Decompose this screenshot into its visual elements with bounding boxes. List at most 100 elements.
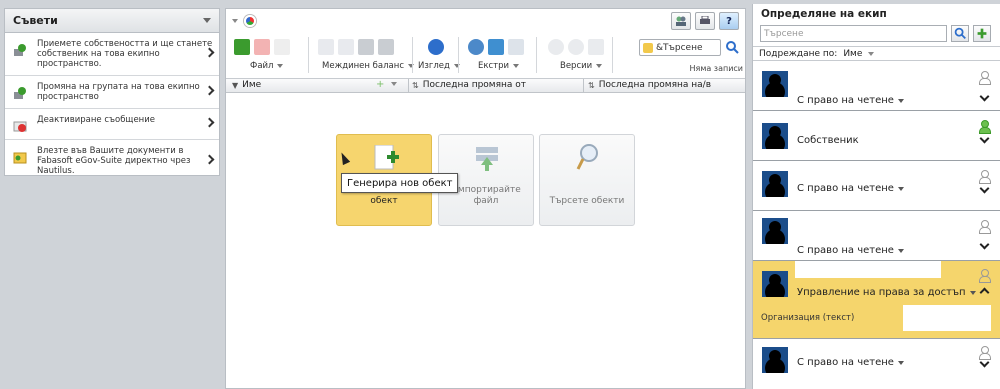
person-icon bbox=[979, 170, 991, 184]
avatar bbox=[762, 218, 788, 244]
file-menu[interactable]: Файл bbox=[250, 61, 284, 71]
chevron-down-icon[interactable] bbox=[979, 239, 990, 250]
content-panel: ? Файл Междинен баланс Изглед Екстри Вер… bbox=[225, 8, 746, 389]
tip-text: Влезте във Вашите документи в Fabasoft e… bbox=[37, 146, 191, 176]
cut-icon[interactable] bbox=[318, 39, 334, 55]
team-panel: Определяне на екип Търсене Подреждане по… bbox=[752, 4, 1000, 389]
separator bbox=[308, 37, 309, 73]
team-member[interactable]: Собственик bbox=[753, 111, 1000, 161]
content-header: ? bbox=[226, 9, 745, 33]
team-member[interactable]: С право на четене bbox=[753, 161, 1000, 211]
chevron-up-icon[interactable] bbox=[979, 287, 990, 298]
browser-icon bbox=[244, 15, 256, 27]
tip-text: Промяна на групата на това екипно простр… bbox=[37, 82, 200, 102]
column-last-changed-at[interactable]: ⇅ Последна промяна на/в bbox=[588, 80, 711, 90]
avatar bbox=[762, 171, 788, 197]
separator bbox=[612, 37, 613, 73]
tips-panel: Съвети Приемете собствеността и ще стане… bbox=[4, 8, 220, 176]
tip-item[interactable]: Приемете собствеността и ще станете собс… bbox=[5, 33, 219, 76]
version-history-icon[interactable] bbox=[568, 39, 584, 55]
view-menu[interactable]: Изглед bbox=[418, 61, 460, 71]
team-button[interactable] bbox=[671, 12, 691, 30]
column-last-changed-by-label: Последна промяна от bbox=[422, 80, 527, 90]
dropdown-icon bbox=[897, 98, 904, 103]
member-role[interactable]: С право на четене bbox=[797, 245, 904, 256]
team-search-input[interactable]: Търсене bbox=[760, 25, 947, 42]
dropdown-icon bbox=[969, 290, 976, 295]
tip-item[interactable]: Влезте във Вашите документи в Fabasoft e… bbox=[5, 140, 219, 182]
search-icon[interactable] bbox=[724, 39, 741, 56]
member-role-label: Собственик bbox=[797, 135, 859, 146]
collapse-chevron-icon[interactable] bbox=[203, 18, 211, 23]
dropdown-icon[interactable] bbox=[391, 82, 397, 86]
search-input[interactable]: &Търсене bbox=[639, 39, 721, 56]
paste-special-icon[interactable] bbox=[378, 39, 394, 55]
extras-menu[interactable]: Екстри bbox=[478, 61, 520, 71]
team-member[interactable]: С право на четене bbox=[753, 211, 1000, 261]
tips-header[interactable]: Съвети bbox=[5, 9, 219, 33]
versions-menu[interactable]: Версии bbox=[560, 61, 603, 71]
dropdown-icon bbox=[897, 360, 904, 365]
toolbar: Файл Междинен баланс Изглед Екстри Верси… bbox=[226, 33, 745, 79]
chevron-down-icon[interactable] bbox=[979, 133, 990, 144]
balance-menu[interactable]: Междинен баланс bbox=[322, 61, 414, 71]
dropdown-icon bbox=[277, 64, 284, 68]
copy-icon[interactable] bbox=[338, 39, 354, 55]
chevron-down-icon[interactable] bbox=[979, 183, 990, 194]
team-member[interactable]: С право на четене bbox=[753, 339, 1000, 389]
organization-field[interactable] bbox=[903, 305, 991, 331]
team-search-placeholder: Търсене bbox=[764, 28, 804, 39]
magnifier-icon bbox=[576, 144, 598, 170]
refresh-icon[interactable] bbox=[428, 39, 444, 55]
member-role-label: С право на четене bbox=[797, 95, 894, 106]
new-object-icon bbox=[374, 145, 399, 170]
version-lock-icon[interactable] bbox=[588, 39, 604, 55]
list-icon[interactable] bbox=[274, 39, 290, 55]
filter-icon[interactable] bbox=[488, 39, 504, 55]
column-name[interactable]: ▼ Име bbox=[232, 80, 261, 90]
member-role-label: С право на четене bbox=[797, 183, 894, 194]
search-objects-tile[interactable]: Търсете обекти bbox=[539, 134, 635, 226]
sort-icon: ⇅ bbox=[588, 80, 595, 90]
sort-value[interactable]: Име bbox=[843, 49, 862, 59]
tip-text: Приемете собствеността и ще станете собс… bbox=[37, 39, 213, 69]
group-icon bbox=[676, 16, 686, 26]
dropdown-icon[interactable] bbox=[868, 51, 875, 56]
find-icon[interactable] bbox=[468, 39, 484, 55]
member-role[interactable]: С право на четене bbox=[797, 357, 904, 368]
tip-item[interactable]: Деактивиране съобщение bbox=[5, 109, 219, 140]
column-last-changed-by[interactable]: ⇅ Последна промяна от bbox=[412, 80, 526, 90]
chevron-down-icon[interactable] bbox=[979, 91, 990, 102]
avatar bbox=[762, 123, 788, 149]
member-role[interactable]: Управление на права за достъп bbox=[797, 287, 976, 298]
print-button[interactable] bbox=[695, 12, 715, 30]
delete-icon[interactable] bbox=[254, 39, 270, 55]
member-role[interactable]: С право на четене bbox=[797, 183, 904, 194]
add-column-icon[interactable]: + bbox=[376, 79, 384, 90]
member-role-label: Управление на права за достъп bbox=[797, 287, 966, 298]
file-label: Файл bbox=[250, 61, 274, 71]
member-role-label: С право на четене bbox=[797, 357, 894, 368]
person-icon bbox=[979, 120, 991, 134]
paste-icon[interactable] bbox=[358, 39, 374, 55]
team-member[interactable]: С право на четене bbox=[753, 63, 1000, 111]
new-file-icon[interactable] bbox=[234, 39, 250, 55]
extras-label: Екстри bbox=[478, 61, 510, 71]
tooltip: Генерира нов обект bbox=[341, 173, 459, 193]
member-role[interactable]: С право на четене bbox=[797, 95, 904, 106]
plus-icon[interactable] bbox=[973, 25, 991, 42]
person-icon bbox=[979, 71, 991, 85]
menu-dropdown-icon[interactable] bbox=[232, 19, 238, 23]
team-member-expanded[interactable]: Управление на права за достъп Организаци… bbox=[753, 261, 1000, 339]
search-icon[interactable] bbox=[951, 25, 969, 42]
folder-icon bbox=[13, 152, 27, 164]
clear-filter-icon[interactable] bbox=[508, 39, 524, 55]
help-button[interactable]: ? bbox=[719, 12, 739, 30]
tip-item[interactable]: Промяна на групата на това екипно простр… bbox=[5, 76, 219, 109]
dropdown-icon bbox=[596, 64, 603, 68]
avatar bbox=[762, 347, 788, 373]
view-label: Изглед bbox=[418, 61, 450, 71]
print-icon bbox=[700, 16, 710, 24]
column-separator bbox=[583, 79, 584, 92]
version-icon[interactable] bbox=[548, 39, 564, 55]
